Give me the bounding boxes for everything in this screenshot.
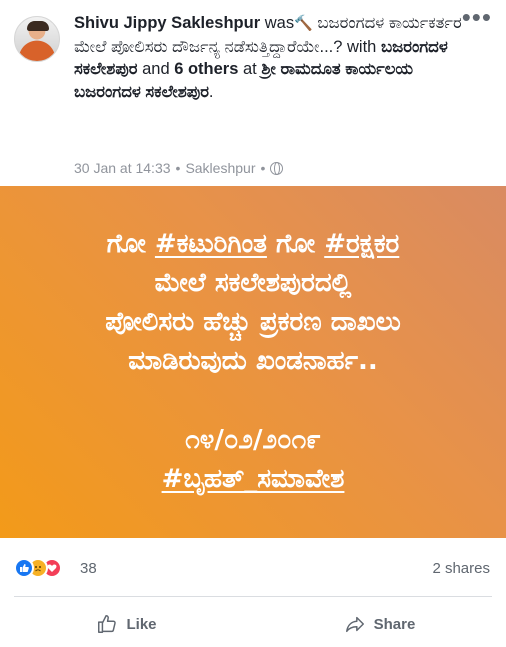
hashtag-rakshakara[interactable]: #ರಕ್ಷಕರ xyxy=(324,229,399,259)
like-button[interactable]: Like xyxy=(0,606,253,642)
post-text: Shivu Jippy Sakleshpur was🔨 ಬಜರಂಗದಳ ಕಾರ್… xyxy=(74,14,462,101)
share-button[interactable]: Share xyxy=(253,606,506,642)
shares-count[interactable]: 2 shares xyxy=(432,560,490,577)
hammer-icon: 🔨 xyxy=(294,15,313,32)
reactions-bar: 38 2 shares xyxy=(0,554,506,584)
banner-line-3: ಪೋಲಿಸರು ಹೆಚ್ಚು ಪ್ರಕರಣ ದಾಖಲು xyxy=(105,307,401,337)
post-banner: ಗೋ #ಕಟುರಿಗಿಂತ ಗೋ #ರಕ್ಷಕರ ಮೇಲೆ ಸಕಲೇಶಪುರದಲ… xyxy=(0,186,506,538)
banner-line-2: ಮೇಲೆ ಸಕಲೇಶಪುರದಲ್ಲಿ xyxy=(154,268,352,298)
divider xyxy=(14,596,492,597)
banner-text: ಗೋ #ಕಟುರಿಗಿಂತ ಗೋ #ರಕ್ಷಕರ ಮೇಲೆ ಸಕಲೇಶಪುರದಲ… xyxy=(18,225,488,499)
reaction-icons[interactable] xyxy=(14,558,62,578)
reaction-count[interactable]: 38 xyxy=(80,560,97,577)
post-meta: 30 Jan at 14:33 • Sakleshpur • xyxy=(74,160,284,176)
thumbs-up-icon xyxy=(98,615,117,633)
banner-line-1: ಗೋ #ಕಟುರಿಗಿಂತ ಗೋ #ರಕ್ಷಕರ xyxy=(106,229,400,259)
tagged-others[interactable]: 6 others xyxy=(174,60,238,78)
like-label: Like xyxy=(126,615,157,633)
place-link[interactable]: Sakleshpur xyxy=(185,160,255,176)
like-icon xyxy=(14,558,34,578)
banner-line-4: ಮಾಡಿರುವುದು ಖಂಡನಾರ್ಹ.. xyxy=(128,346,378,376)
hashtag-katuri[interactable]: #ಕಟುರಿಗಿಂತ xyxy=(155,229,267,259)
post-header: Shivu Jippy Sakleshpur was🔨 ಬಜರಂಗದಳ ಕಾರ್… xyxy=(0,0,506,186)
avatar[interactable] xyxy=(14,16,60,62)
hashtag-samavesha[interactable]: #ಬೃಹತ್_ಸಮಾವೇಶ xyxy=(162,464,345,494)
share-label: Share xyxy=(373,615,416,633)
timestamp[interactable]: 30 Jan at 14:33 xyxy=(74,160,171,176)
share-arrow-icon xyxy=(345,616,364,633)
more-options-button[interactable]: ••• xyxy=(462,4,492,30)
banner-date: ೧೪/೦೨/೨೦೧೯ xyxy=(185,425,321,455)
globe-icon xyxy=(270,161,284,175)
post-actions: Like Share xyxy=(0,606,506,642)
author-name[interactable]: Shivu Jippy Sakleshpur xyxy=(74,14,260,32)
